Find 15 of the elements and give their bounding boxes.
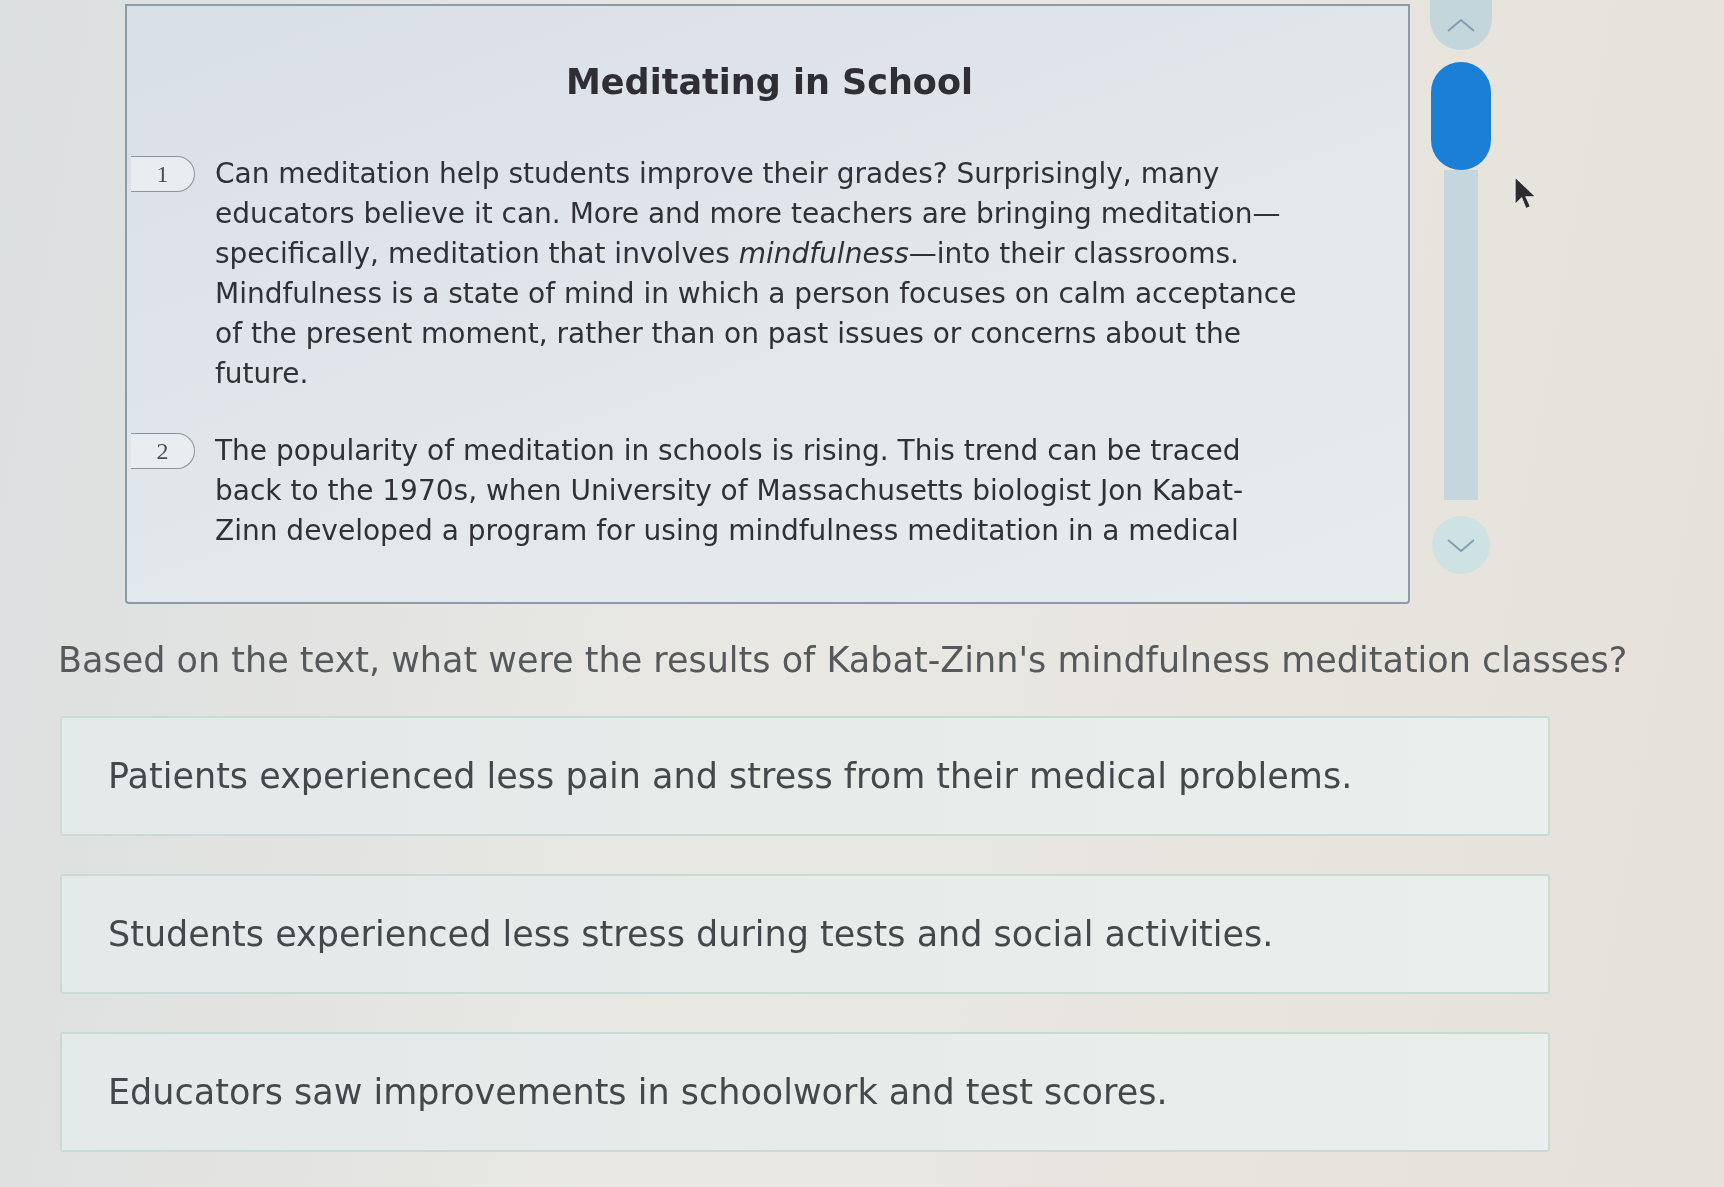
scrollbar-track[interactable] <box>1444 170 1478 500</box>
answer-choice[interactable]: Students experienced less stress during tests and social activities. <box>60 874 1550 994</box>
mouse-pointer-icon <box>1514 176 1538 211</box>
paragraph-number: 2 <box>131 433 195 469</box>
answer-choice[interactable]: Educators saw improvements in schoolwork and test scores. <box>60 1032 1550 1152</box>
answer-choice[interactable]: Patients experienced less pain and stress from their medical problems. <box>60 716 1550 836</box>
passage-title: Meditating in School <box>565 61 974 104</box>
scroll-up-button[interactable] <box>1430 0 1492 50</box>
paragraph-number: 1 <box>131 156 195 192</box>
question-text: Based on the text, what were the results of Kabat-Zinn's mindfulness meditation classes? <box>58 639 1629 682</box>
paragraph-text: The popularity of meditation in schools is rising. This trend can be traced back to the 1970s, when University of Massachusetts biologist Jon Kabat-Zinn developed a program for using mindfulness meditation in a medical <box>215 433 1244 549</box>
chevron-down-icon <box>1447 538 1475 552</box>
paragraph-text: Can meditation help students improve their grades? Surprisingly, many educators believe it can. More and more teachers are bringing meditation—specifically, meditation that involves mindfulness—into their classrooms. Mindfulness is a state of mind in which a person focuses on calm acceptance of the present moment, rather than on past issues or concerns about the future. <box>215 156 1298 392</box>
scrollbar-thumb[interactable] <box>1431 62 1491 170</box>
chevron-up-icon <box>1447 18 1475 32</box>
